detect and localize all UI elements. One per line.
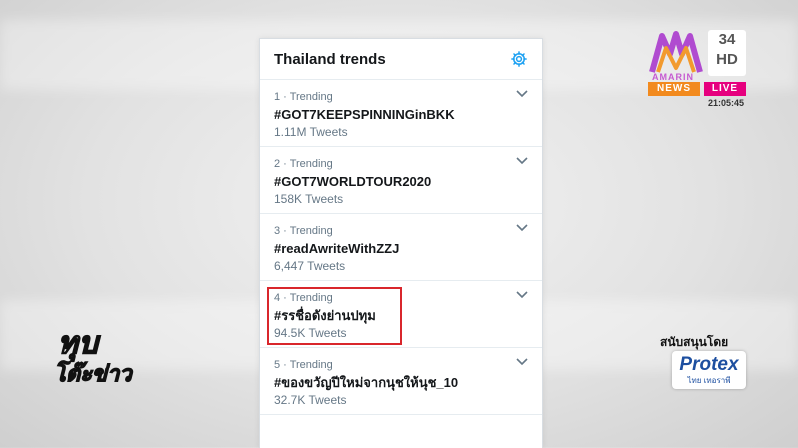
amarin-logo-icon — [649, 31, 703, 73]
highlight-box — [267, 287, 402, 345]
trend-meta: 5 · Trending — [274, 359, 333, 371]
trends-title: Thailand trends — [274, 50, 386, 68]
trend-count: 1.11M Tweets — [274, 125, 348, 139]
trends-header: Thailand trends — [260, 39, 542, 80]
chevron-down-icon[interactable] — [516, 358, 528, 366]
sponsor-name: Protex — [679, 354, 739, 375]
chevron-down-icon[interactable] — [516, 291, 528, 299]
trend-name[interactable]: #readAwriteWithZZJ — [274, 240, 528, 257]
trend-count: 158K Tweets — [274, 192, 344, 206]
broadcast-clock: 21:05:45 — [708, 98, 745, 108]
trend-name[interactable]: #GOT7KEEPSPINNINGinBKK — [274, 106, 528, 123]
trend-item[interactable]: 5 · Trending #ของขวัญปีใหม่จากนุชให้นุช_… — [260, 348, 542, 415]
news-badge: NEWS — [648, 82, 700, 96]
trend-count: 6,447 Tweets — [274, 259, 346, 273]
show-logo: ทุบ โต๊ะข่าว — [52, 320, 132, 390]
trend-meta: 1 · Trending — [274, 91, 333, 103]
channel-brand: AMARIN — [652, 72, 694, 82]
show-logo-line2: โต๊ะข่าว — [53, 360, 132, 386]
trend-item[interactable]: 1 · Trending #GOT7KEEPSPINNINGinBKK 1.11… — [260, 80, 542, 147]
chevron-down-icon[interactable] — [516, 224, 528, 232]
live-badge: LIVE — [704, 82, 746, 96]
channel-hd: HD — [716, 51, 738, 68]
chevron-down-icon[interactable] — [516, 90, 528, 98]
gear-icon[interactable] — [510, 50, 528, 68]
channel-logo: 34 HD AMARIN NEWS LIVE 21:05:45 — [648, 28, 748, 112]
sponsor-logo: Protex ไทย เทอราพี — [672, 351, 746, 389]
channel-number: 34 — [718, 31, 736, 48]
sponsor-subtitle: ไทย เทอราพี — [687, 376, 731, 385]
trend-name[interactable]: #GOT7WORLDTOUR2020 — [274, 173, 528, 190]
channel-number-badge: 34 HD — [708, 30, 746, 76]
trend-meta: 2 · Trending — [274, 158, 333, 170]
trend-item[interactable]: 3 · Trending #readAwriteWithZZJ 6,447 Tw… — [260, 214, 542, 281]
trend-name[interactable]: #ของขวัญปีใหม่จากนุชให้นุช_10 — [274, 374, 528, 391]
trend-count: 32.7K Tweets — [274, 393, 347, 407]
trends-panel: Thailand trends 1 · Trending #GOT7KEEPSP… — [259, 38, 543, 448]
trend-item[interactable]: 2 · Trending #GOT7WORLDTOUR2020 158K Twe… — [260, 147, 542, 214]
chevron-down-icon[interactable] — [516, 157, 528, 165]
sponsor-label: สนับสนุนโดย — [660, 335, 729, 349]
trend-meta: 3 · Trending — [274, 225, 333, 237]
